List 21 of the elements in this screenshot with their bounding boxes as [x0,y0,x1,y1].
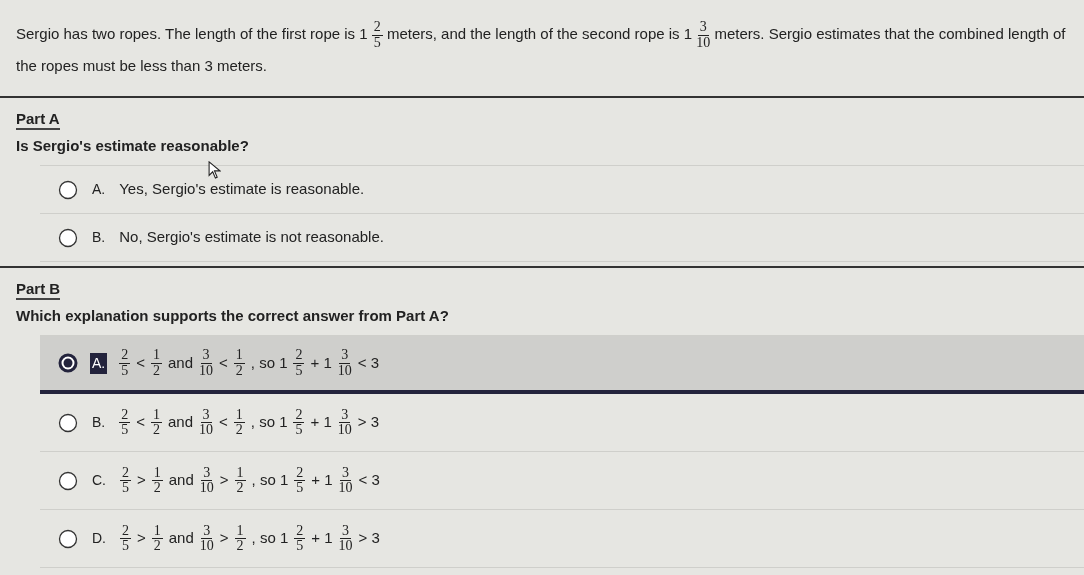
radio-button[interactable] [58,528,78,549]
option-letter: B. [91,413,107,433]
radio-button[interactable] [58,412,78,433]
option-letter: A. [91,180,107,200]
option-letter: B. [91,228,107,248]
question-prompt: Which explanation supports the correct answer from Part A? [16,305,449,326]
part-heading: Part A [16,110,60,131]
radio-button[interactable] [58,227,78,248]
option-text: No, Sergio's estimate is not reasonable. [119,227,384,248]
answer-option[interactable]: B. No, Sergio's estimate is not reasonable. [40,214,1084,263]
part-heading: Part B [16,280,61,301]
radio-button[interactable] [58,179,78,200]
radio-button[interactable] [58,353,78,374]
answer-option[interactable]: A. Yes, Sergio's estimate is reasonable. [40,166,1084,215]
mouse-pointer-icon [208,161,221,179]
option-text: Yes, Sergio's estimate is reasonable. [119,179,365,200]
question-prompt: Is Sergio's estimate reasonable? [16,135,249,156]
option-letter: D. [91,529,107,549]
radio-button[interactable] [58,470,78,491]
option-letter: C. [91,471,107,491]
option-letter: A. [90,352,108,374]
